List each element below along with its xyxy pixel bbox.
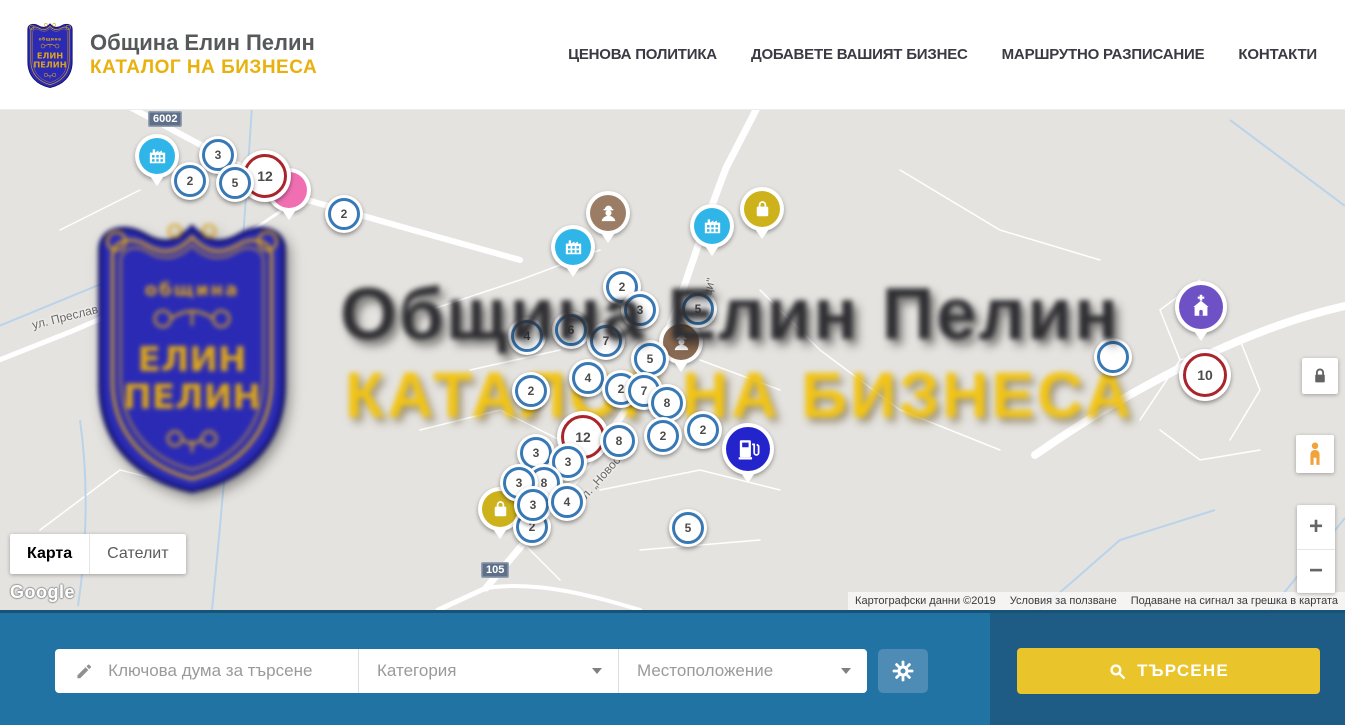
watermark-title: Община Елин Пелин — [340, 273, 1120, 356]
watermark-shield-logo — [86, 215, 298, 497]
map-type-control: Карта Сателит — [10, 534, 186, 574]
cluster-marker[interactable]: 2 — [644, 417, 682, 455]
lock-button[interactable] — [1302, 358, 1338, 394]
pin-worker-icon[interactable] — [586, 191, 630, 235]
cluster-marker[interactable]: 3 — [514, 486, 552, 524]
site-subtitle: КАТАЛОГ НА БИЗНЕСА — [90, 56, 317, 80]
lock-icon — [1309, 365, 1331, 387]
advanced-settings-button[interactable] — [878, 649, 928, 693]
keyword-input[interactable] — [106, 660, 348, 682]
cluster-marker[interactable]: 5 — [669, 509, 707, 547]
category-select-value: Категория — [377, 661, 456, 681]
search-submit-button[interactable]: ТЪРСЕНЕ — [1017, 648, 1320, 694]
cluster-marker[interactable]: 8 — [648, 384, 686, 422]
search-submit-label: ТЪРСЕНЕ — [1137, 661, 1229, 681]
header: Община Елин Пелин КАТАЛОГ НА БИЗНЕСА ЦЕН… — [0, 0, 1345, 110]
cluster-marker[interactable]: 4 — [548, 483, 586, 521]
cluster-marker[interactable]: 2 — [684, 411, 722, 449]
cluster-marker[interactable]: 5 — [216, 164, 254, 202]
chevron-down-icon — [592, 668, 602, 679]
map-type-map-button[interactable]: Карта — [10, 534, 89, 574]
map-attribution: Картографски данни ©2019Условия за ползв… — [848, 592, 1345, 610]
zoom-control: + − — [1297, 505, 1335, 593]
gear-icon — [890, 658, 916, 684]
nav-link[interactable]: ЦЕНОВА ПОЛИТИКА — [568, 46, 717, 63]
municipality-logo — [24, 21, 76, 89]
pin-church-icon[interactable] — [1175, 281, 1227, 333]
cluster-marker[interactable]: 2 — [325, 195, 363, 233]
street-view-pegman-button[interactable] — [1296, 435, 1334, 473]
nav-link[interactable]: МАРШРУТНО РАЗПИСАНИЕ — [1002, 46, 1205, 63]
map-type-satellite-button[interactable]: Сателит — [89, 534, 185, 574]
nav-link[interactable]: ДОБАВЕТЕ ВАШИЯТ БИЗНЕС — [751, 46, 968, 63]
pencil-icon — [75, 660, 94, 682]
zoom-in-button[interactable]: + — [1297, 505, 1335, 550]
keyword-field[interactable] — [55, 649, 358, 693]
zoom-out-button[interactable]: − — [1297, 550, 1335, 594]
category-select[interactable]: Категория — [358, 649, 618, 693]
attribution-copyright: Картографски данни ©2019 — [848, 592, 1003, 610]
search-icon — [1108, 662, 1127, 681]
filter-bar: Категория Местоположение — [55, 649, 867, 693]
main-nav: ЦЕНОВА ПОЛИТИКА ДОБАВЕТЕ ВАШИЯТ БИЗНЕС МАР… — [568, 46, 1321, 63]
cluster-marker[interactable]: 8 — [600, 422, 638, 460]
pin-bag-icon[interactable] — [740, 187, 784, 231]
chevron-down-icon — [841, 668, 851, 679]
search-bar: Категория Местоположение — [0, 613, 1345, 725]
pegman-icon — [1302, 439, 1328, 469]
nav-link[interactable]: КОНТАКТИ — [1238, 46, 1317, 63]
pin-fuel-icon[interactable] — [722, 423, 774, 475]
pin-factory-icon[interactable] — [690, 204, 734, 248]
google-logo[interactable]: Google — [10, 582, 75, 603]
attribution-link[interactable]: Условия за ползване — [1003, 592, 1124, 610]
cluster-marker[interactable]: 2 — [512, 372, 550, 410]
map-canvas[interactable]: 6002105 ул. Преславбул. „Новоселци" КАТА… — [0, 110, 1345, 613]
cluster-marker[interactable]: 10 — [1179, 349, 1231, 401]
location-select-value: Местоположение — [637, 661, 773, 681]
cluster-marker[interactable]: 2 — [171, 162, 209, 200]
location-select[interactable]: Местоположение — [618, 649, 867, 693]
site-title: Община Елин Пелин — [90, 29, 317, 57]
attribution-link[interactable]: Подаване на сигнал за грешка в картата — [1124, 592, 1345, 610]
pin-factory-icon[interactable] — [551, 225, 595, 269]
